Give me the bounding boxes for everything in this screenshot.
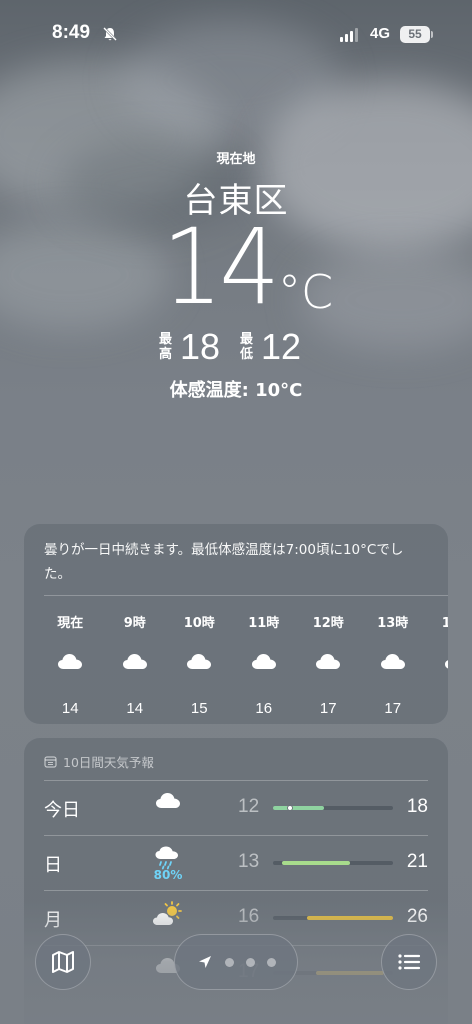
hour-temp: 14 [126, 700, 144, 717]
cloud-icon [58, 654, 83, 669]
hour-icon [251, 652, 277, 674]
low-value: 12 [261, 326, 302, 367]
map-button[interactable] [35, 934, 91, 990]
day-low: 13 [238, 851, 260, 872]
day-icon: 80% [148, 846, 188, 882]
high-low: 最 高 18 最 低 12 [0, 326, 472, 368]
hour-label: 12時 [312, 616, 344, 631]
cloud-icon [251, 654, 276, 669]
cloud-rain-icon [155, 846, 178, 870]
hour-label: 14時 [441, 616, 448, 631]
temp-range-fill [273, 806, 325, 810]
location-arrow-icon [198, 956, 211, 968]
location-list-button[interactable] [381, 934, 437, 990]
feels-like: 体感温度: 10°C [169, 380, 303, 401]
temperature-value: 14 [162, 206, 280, 328]
day-high: 18 [406, 796, 428, 817]
hour-icon [57, 652, 83, 674]
day-icon [148, 791, 188, 809]
temp-range-bar [273, 861, 393, 865]
day-name: 今日 [44, 800, 80, 821]
daily-row[interactable]: 今日 12 18 [44, 780, 428, 834]
page-indicator[interactable] [174, 934, 298, 990]
cloud-icon [316, 654, 341, 669]
hour-label: 9時 [123, 616, 146, 631]
hourly-item: 現在 14 [38, 612, 103, 717]
daily-row[interactable]: 日 80% 13 21 [44, 835, 428, 889]
hour-temp: 14 [61, 700, 79, 717]
map-icon [52, 951, 74, 973]
divider [44, 595, 448, 596]
current-temperature: 14 °C [0, 215, 472, 325]
location-label: 現在地 [216, 152, 256, 167]
day-low: 12 [238, 796, 260, 817]
status-time: 8:49 [52, 22, 91, 43]
hour-label: 11時 [248, 616, 280, 631]
hourly-item: 12時 17 [296, 612, 361, 717]
day-high: 21 [406, 851, 428, 872]
hour-temp: 16 [255, 700, 273, 717]
page-dot[interactable] [224, 957, 234, 967]
page-dot[interactable] [245, 957, 255, 967]
cloud-icon [445, 660, 448, 669]
hourly-item: 9時 14 [103, 612, 168, 717]
status-bar: 8:49 4G 55 [0, 0, 472, 60]
hourly-item: 14時18 [425, 612, 448, 717]
hour-icon [315, 652, 341, 674]
hour-icon [444, 652, 448, 674]
hourly-item: 11時 16 [232, 612, 297, 717]
temp-range-fill [281, 861, 351, 865]
hour-icon [380, 652, 406, 674]
hour-temp: 17 [319, 700, 337, 717]
hour-label: 現在 [57, 616, 84, 631]
battery-tip [431, 31, 433, 38]
precip-chance: 80% [153, 868, 183, 882]
hour-temp: 17 [384, 700, 402, 717]
high-value: 18 [179, 326, 220, 367]
hour-label: 10時 [183, 616, 215, 631]
low-label: 最 低 [240, 332, 254, 362]
current-temp-dot [287, 805, 294, 811]
day-name: 日 [44, 855, 62, 876]
silent-bell-icon [103, 27, 117, 41]
hour-temp: 15 [190, 700, 208, 717]
daily-forecast-title: 10日間天気予報 [63, 755, 154, 770]
daily-forecast-header: 10日間天気予報 [44, 752, 154, 771]
hour-label: 13時 [377, 616, 409, 631]
hourly-list[interactable]: 現在 14 9時 14 10時 15 11時 16 12時 17 13時 17 14時18 [38, 612, 448, 717]
list-icon [398, 954, 421, 970]
cloud-icon [156, 793, 180, 808]
calendar-icon [44, 756, 57, 768]
hour-icon [186, 652, 212, 674]
network-type: 4G [370, 25, 391, 42]
cloud-icon [187, 654, 212, 669]
high-label: 最 高 [158, 332, 172, 362]
cellular-signal-icon [340, 28, 358, 42]
cloud-icon [122, 654, 147, 669]
temperature-unit: °C [278, 265, 334, 319]
hourly-forecast-card[interactable]: 曇りが一日中続きます。最低体感温度は7:00頃に10°Cでした。 現在 14 9時 1… [24, 524, 448, 724]
forecast-summary: 曇りが一日中続きます。最低体感温度は7:00頃に10°Cでした。 [44, 542, 404, 582]
hourly-item: 10時 15 [167, 612, 232, 717]
cloud-icon [380, 654, 405, 669]
temp-range-bar [273, 805, 393, 811]
hour-icon [122, 652, 148, 674]
hourly-item: 13時 17 [361, 612, 426, 717]
page-dot[interactable] [266, 957, 276, 967]
battery-icon: 55 [400, 26, 430, 43]
